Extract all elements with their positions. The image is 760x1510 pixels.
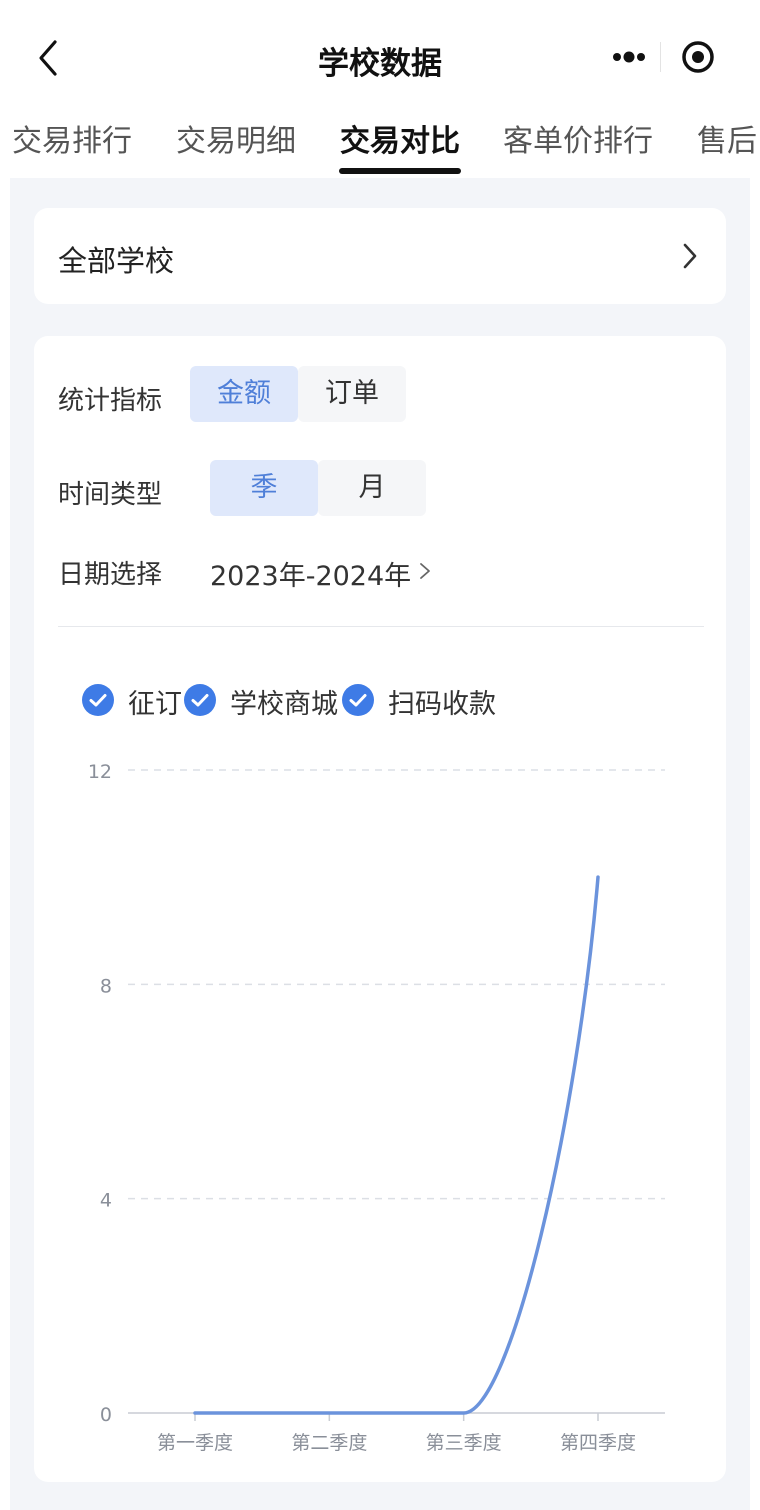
tab-transaction-detail[interactable]: 交易明细 <box>176 116 296 160</box>
school-selector-label: 全部学校 <box>58 244 175 278</box>
y-tick-label: 12 <box>88 761 112 783</box>
tab-transaction-compare[interactable]: 交易对比 <box>340 116 460 160</box>
series-line <box>193 875 600 1415</box>
tab-after-sales[interactable]: 售后 <box>697 116 757 160</box>
legend-label: 征订 <box>128 689 182 720</box>
time-type-month-button[interactable]: 月 <box>318 460 426 516</box>
legend-item-qr-payment[interactable]: 扫码收款 <box>342 682 522 720</box>
close-target-icon[interactable] <box>677 36 719 78</box>
active-tab-indicator <box>339 168 461 174</box>
y-tick-label: 0 <box>100 1404 112 1426</box>
legend-label: 学校商城 <box>230 689 338 720</box>
metric-order-button[interactable]: 订单 <box>298 366 406 422</box>
time-type-quarter-button[interactable]: 季 <box>210 460 318 516</box>
checkbox-checked-icon[interactable] <box>342 684 374 716</box>
chevron-right-icon[interactable] <box>419 562 431 580</box>
x-tick-label: 第二季度 <box>291 1432 367 1454</box>
checkbox-checked-icon[interactable] <box>82 684 114 716</box>
more-icon[interactable] <box>599 28 659 86</box>
date-range-value[interactable]: 2023年-2024年 <box>210 554 411 593</box>
line-chart: 0 4 8 12 第一季度 第二季度 第三季度 第四季度 <box>88 761 665 1454</box>
tab-avg-price-ranking[interactable]: 客单价排行 <box>503 116 653 160</box>
capsule-divider <box>660 42 661 72</box>
checkbox-checked-icon[interactable] <box>184 684 216 716</box>
school-selector[interactable]: 全部学校 <box>34 208 726 304</box>
metric-label: 统计指标 <box>58 386 163 416</box>
tab-transaction-ranking[interactable]: 交易排行 <box>12 116 132 160</box>
x-tick-label: 第三季度 <box>426 1432 502 1454</box>
navigation-bar: 学校数据 <box>0 0 760 110</box>
x-tick-label: 第一季度 <box>157 1432 233 1454</box>
mini-program-capsule <box>583 28 737 86</box>
chevron-right-icon <box>683 243 697 269</box>
x-tick-label: 第四季度 <box>560 1432 636 1454</box>
legend-label: 扫码收款 <box>388 689 496 720</box>
metric-amount-button[interactable]: 金额 <box>190 366 298 422</box>
legend-item-school-mall[interactable]: 学校商城 <box>184 682 364 720</box>
tab-bar: 交易排行 交易明细 交易对比 客单价排行 售后 <box>0 108 760 178</box>
y-tick-label: 8 <box>100 975 112 997</box>
time-type-label: 时间类型 <box>58 480 163 510</box>
date-label: 日期选择 <box>58 560 163 590</box>
divider <box>58 626 704 627</box>
y-tick-label: 4 <box>100 1190 112 1212</box>
